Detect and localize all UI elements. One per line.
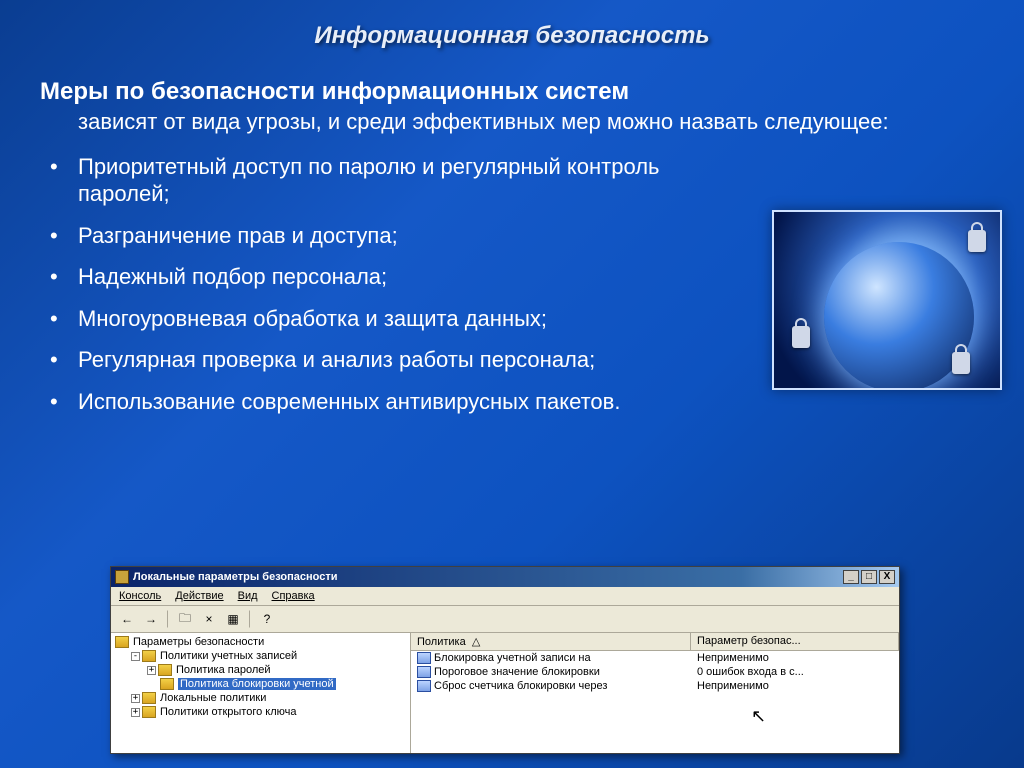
list-pane: Политика △ Параметр безопас... Блокировк… <box>411 633 899 753</box>
folder-icon <box>115 636 129 648</box>
tree-pane: Параметры безопасности - Политики учетны… <box>111 633 411 753</box>
page-title: Информационная безопасность <box>0 0 1024 60</box>
expand-icon[interactable]: + <box>131 694 140 703</box>
policy-value: Неприменимо <box>691 680 899 692</box>
menubar: Консоль Действие Вид Справка <box>111 587 899 606</box>
tree-item[interactable]: + Политика паролей <box>113 663 408 677</box>
tree-label: Политики учетных записей <box>160 650 297 662</box>
tree-label: Политика паролей <box>176 664 271 676</box>
maximize-button[interactable]: □ <box>861 570 877 584</box>
intro-text: зависят от вида угрозы, и среди эффектив… <box>78 108 984 137</box>
menu-console[interactable]: Консоль <box>119 590 161 602</box>
minimize-button[interactable]: _ <box>843 570 859 584</box>
tree-root[interactable]: Параметры безопасности <box>113 635 408 649</box>
menu-help[interactable]: Справка <box>272 590 315 602</box>
list-button[interactable]: ▦ <box>223 609 243 629</box>
close-button[interactable]: X <box>879 570 895 584</box>
back-button[interactable]: ← <box>117 609 137 629</box>
column-policy[interactable]: Политика △ <box>411 633 691 650</box>
folder-icon <box>142 706 156 718</box>
policy-name: Сброс счетчика блокировки через <box>434 680 607 692</box>
window-title: Локальные параметры безопасности <box>133 571 337 583</box>
menu-action[interactable]: Действие <box>175 590 223 602</box>
column-param[interactable]: Параметр безопас... <box>691 633 899 650</box>
tree-item[interactable]: - Политики учетных записей <box>113 649 408 663</box>
tree-label: Параметры безопасности <box>133 636 264 648</box>
folder-icon <box>160 678 174 690</box>
window-icon <box>115 570 129 584</box>
tree-label: Политики открытого ключа <box>160 706 296 718</box>
policy-icon <box>417 666 431 678</box>
section-heading: Меры по безопасности информационных сист… <box>40 78 984 106</box>
bullet-item: Разграничение прав и доступа; <box>50 222 750 250</box>
forward-button[interactable]: → <box>141 609 161 629</box>
tree-item[interactable]: + Политики открытого ключа <box>113 705 408 719</box>
tree-label: Локальные политики <box>160 692 266 704</box>
decorative-security-image <box>772 210 1002 390</box>
bullet-item: Надежный подбор персонала; <box>50 263 750 291</box>
folder-icon <box>142 692 156 704</box>
policy-row[interactable]: Блокировка учетной записи на Неприменимо <box>411 651 899 665</box>
policy-value: 0 ошибок входа в с... <box>691 666 899 678</box>
policy-value: Неприменимо <box>691 652 899 664</box>
separator <box>249 610 251 628</box>
help-button[interactable]: ? <box>257 609 277 629</box>
policy-icon <box>417 652 431 664</box>
column-headers: Политика △ Параметр безопас... <box>411 633 899 651</box>
window-titlebar[interactable]: Локальные параметры безопасности _ □ X <box>111 567 899 587</box>
policy-name: Пороговое значение блокировки <box>434 666 600 678</box>
export-button[interactable]: × <box>199 609 219 629</box>
separator <box>167 610 169 628</box>
expand-icon[interactable]: + <box>147 666 156 675</box>
policy-row[interactable]: Пороговое значение блокировки 0 ошибок в… <box>411 665 899 679</box>
collapse-icon[interactable]: - <box>131 652 140 661</box>
toolbar: ← → 🗀 × ▦ ? <box>111 606 899 633</box>
policy-name: Блокировка учетной записи на <box>434 652 591 664</box>
policy-row[interactable]: Сброс счетчика блокировки через Непримен… <box>411 679 899 693</box>
folder-icon <box>142 650 156 662</box>
tree-item-selected[interactable]: Политика блокировки учетной <box>113 677 408 691</box>
folder-icon <box>158 664 172 676</box>
tree-item[interactable]: + Локальные политики <box>113 691 408 705</box>
bullet-item: Использование современных антивирусных п… <box>50 388 984 416</box>
expand-icon[interactable]: + <box>131 708 140 717</box>
up-button[interactable]: 🗀 <box>175 609 195 629</box>
mouse-cursor: ↖ <box>751 706 766 727</box>
policy-icon <box>417 680 431 692</box>
security-settings-window: Локальные параметры безопасности _ □ X К… <box>110 566 900 754</box>
bullet-item: Приоритетный доступ по паролю и регулярн… <box>50 153 750 208</box>
menu-view[interactable]: Вид <box>238 590 258 602</box>
tree-label: Политика блокировки учетной <box>178 678 336 690</box>
